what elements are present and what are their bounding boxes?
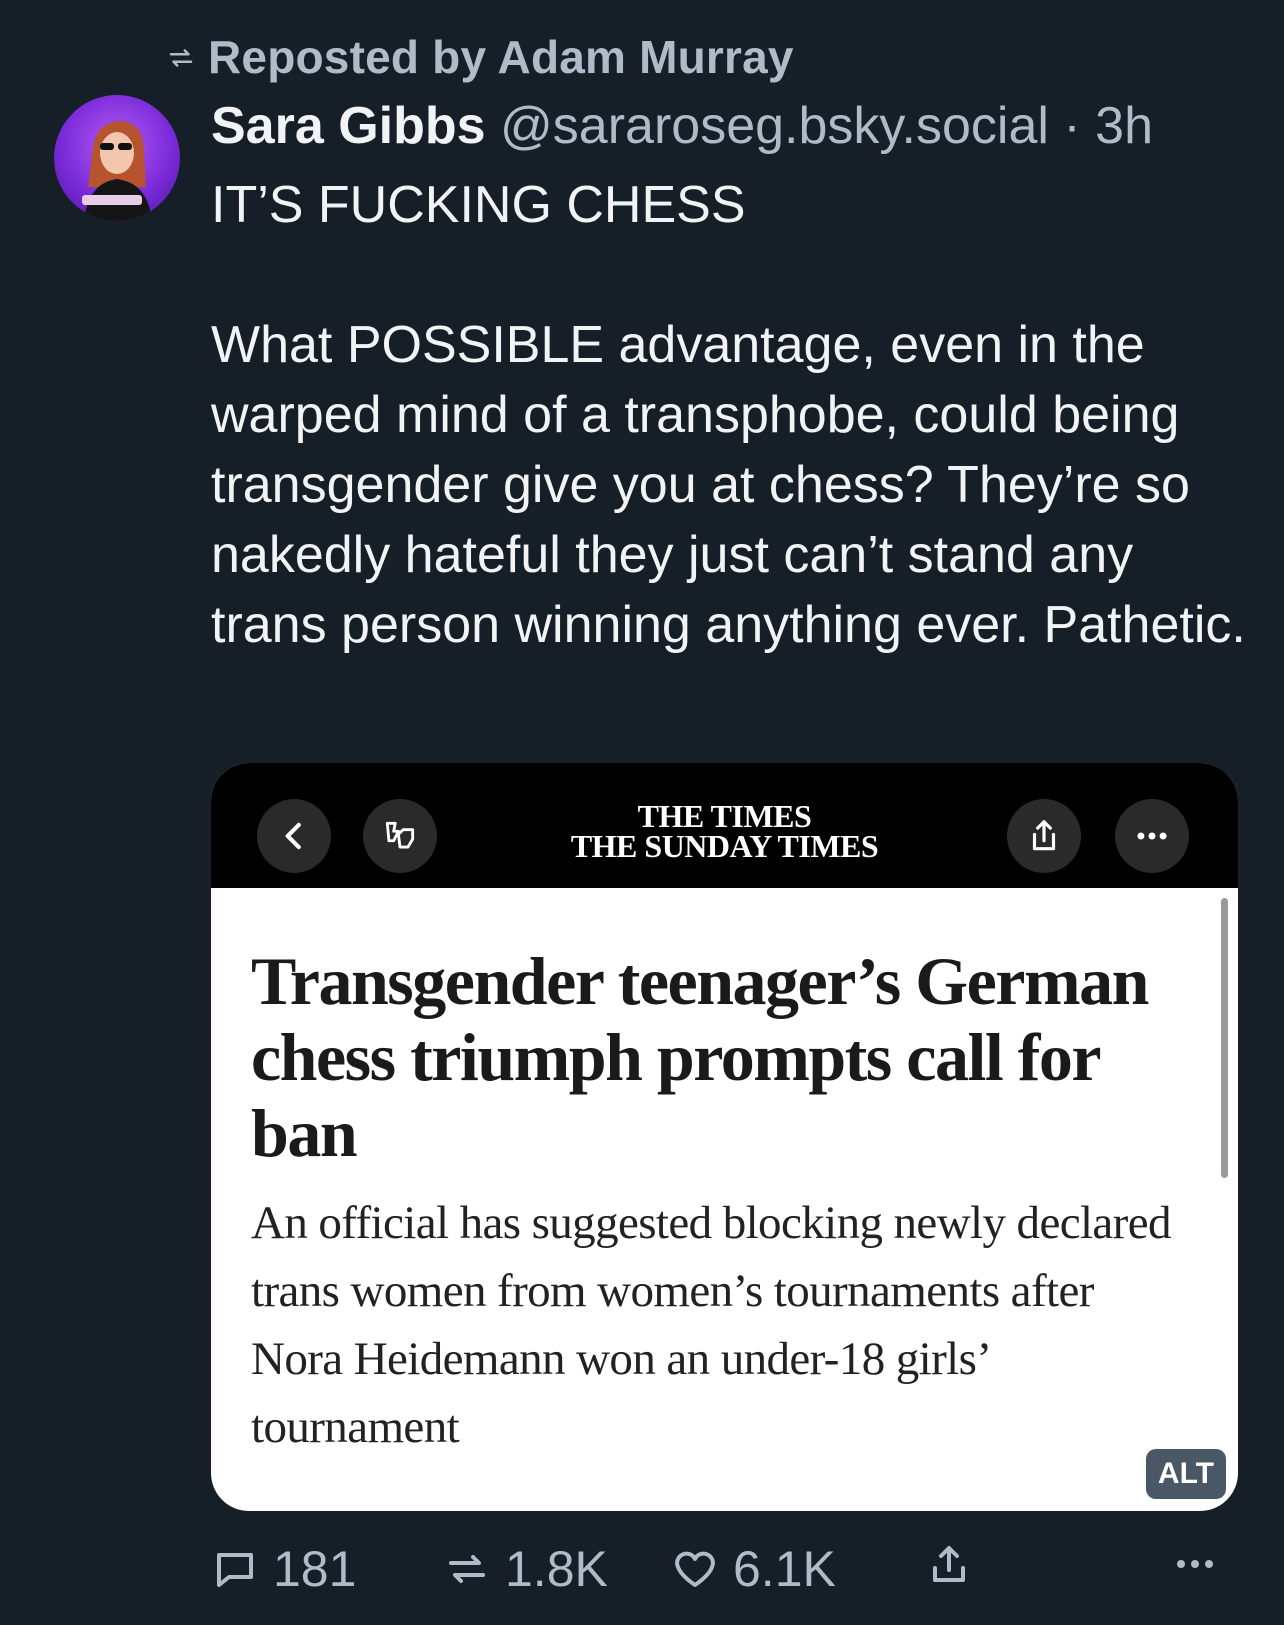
avatar[interactable]: [54, 95, 180, 221]
alt-badge[interactable]: ALT: [1145, 1449, 1226, 1499]
post-header: Sara Gibbs @sararoseg.bsky.social · 3h: [211, 96, 1153, 156]
embedded-image[interactable]: THE TIMES THE SUNDAY TIMES Transgender t…: [211, 763, 1238, 1511]
repost-icon: [449, 1555, 485, 1583]
article: Transgender teenager’s German chess triu…: [251, 943, 1191, 1461]
repost-icon: [166, 30, 196, 84]
post-text: IT’S FUCKING CHESS What POSSIBLE advanta…: [211, 170, 1251, 660]
post-text-line1: IT’S FUCKING CHESS: [211, 176, 746, 234]
article-standfirst: An official has suggested blocking newly…: [251, 1197, 1172, 1453]
repost-label: Reposted by Adam Murray: [208, 31, 794, 83]
repost-count: 1.8K: [505, 1541, 608, 1597]
like-count: 6.1K: [733, 1541, 836, 1597]
separator: ·: [1063, 97, 1081, 155]
like-button[interactable]: 6.1K: [671, 1540, 836, 1598]
heart-icon: [675, 1551, 715, 1587]
post-text-body: What POSSIBLE advantage, even in the war…: [211, 316, 1246, 654]
masthead: THE TIMES THE SUNDAY TIMES: [211, 800, 1238, 864]
scrollbar: [1221, 898, 1228, 1178]
repost-button[interactable]: 1.8K: [443, 1540, 608, 1598]
reply-button[interactable]: 181: [211, 1540, 356, 1598]
post-time[interactable]: 3h: [1095, 97, 1153, 155]
share-icon: [1032, 820, 1056, 851]
share-post-button[interactable]: [925, 1540, 973, 1588]
more-icon: [1137, 832, 1167, 840]
masthead-line2: THE SUNDAY TIMES: [570, 828, 879, 864]
author-name[interactable]: Sara Gibbs: [211, 97, 486, 155]
reply-count: 181: [273, 1541, 357, 1597]
article-toolbar: THE TIMES THE SUNDAY TIMES: [211, 763, 1238, 888]
more-options-button[interactable]: [1171, 1540, 1219, 1588]
more-icon: [1177, 1560, 1213, 1568]
more-button: [1115, 799, 1189, 873]
share-button: [1007, 799, 1081, 873]
repost-indicator[interactable]: Reposted by Adam Murray: [166, 30, 794, 84]
share-icon: [933, 1546, 965, 1582]
reply-icon: [217, 1553, 253, 1587]
post-actions: 181 1.8K 6.1K: [211, 1540, 1241, 1604]
article-headline: Transgender teenager’s German chess triu…: [251, 943, 1149, 1171]
author-handle[interactable]: @sararoseg.bsky.social: [500, 97, 1049, 155]
